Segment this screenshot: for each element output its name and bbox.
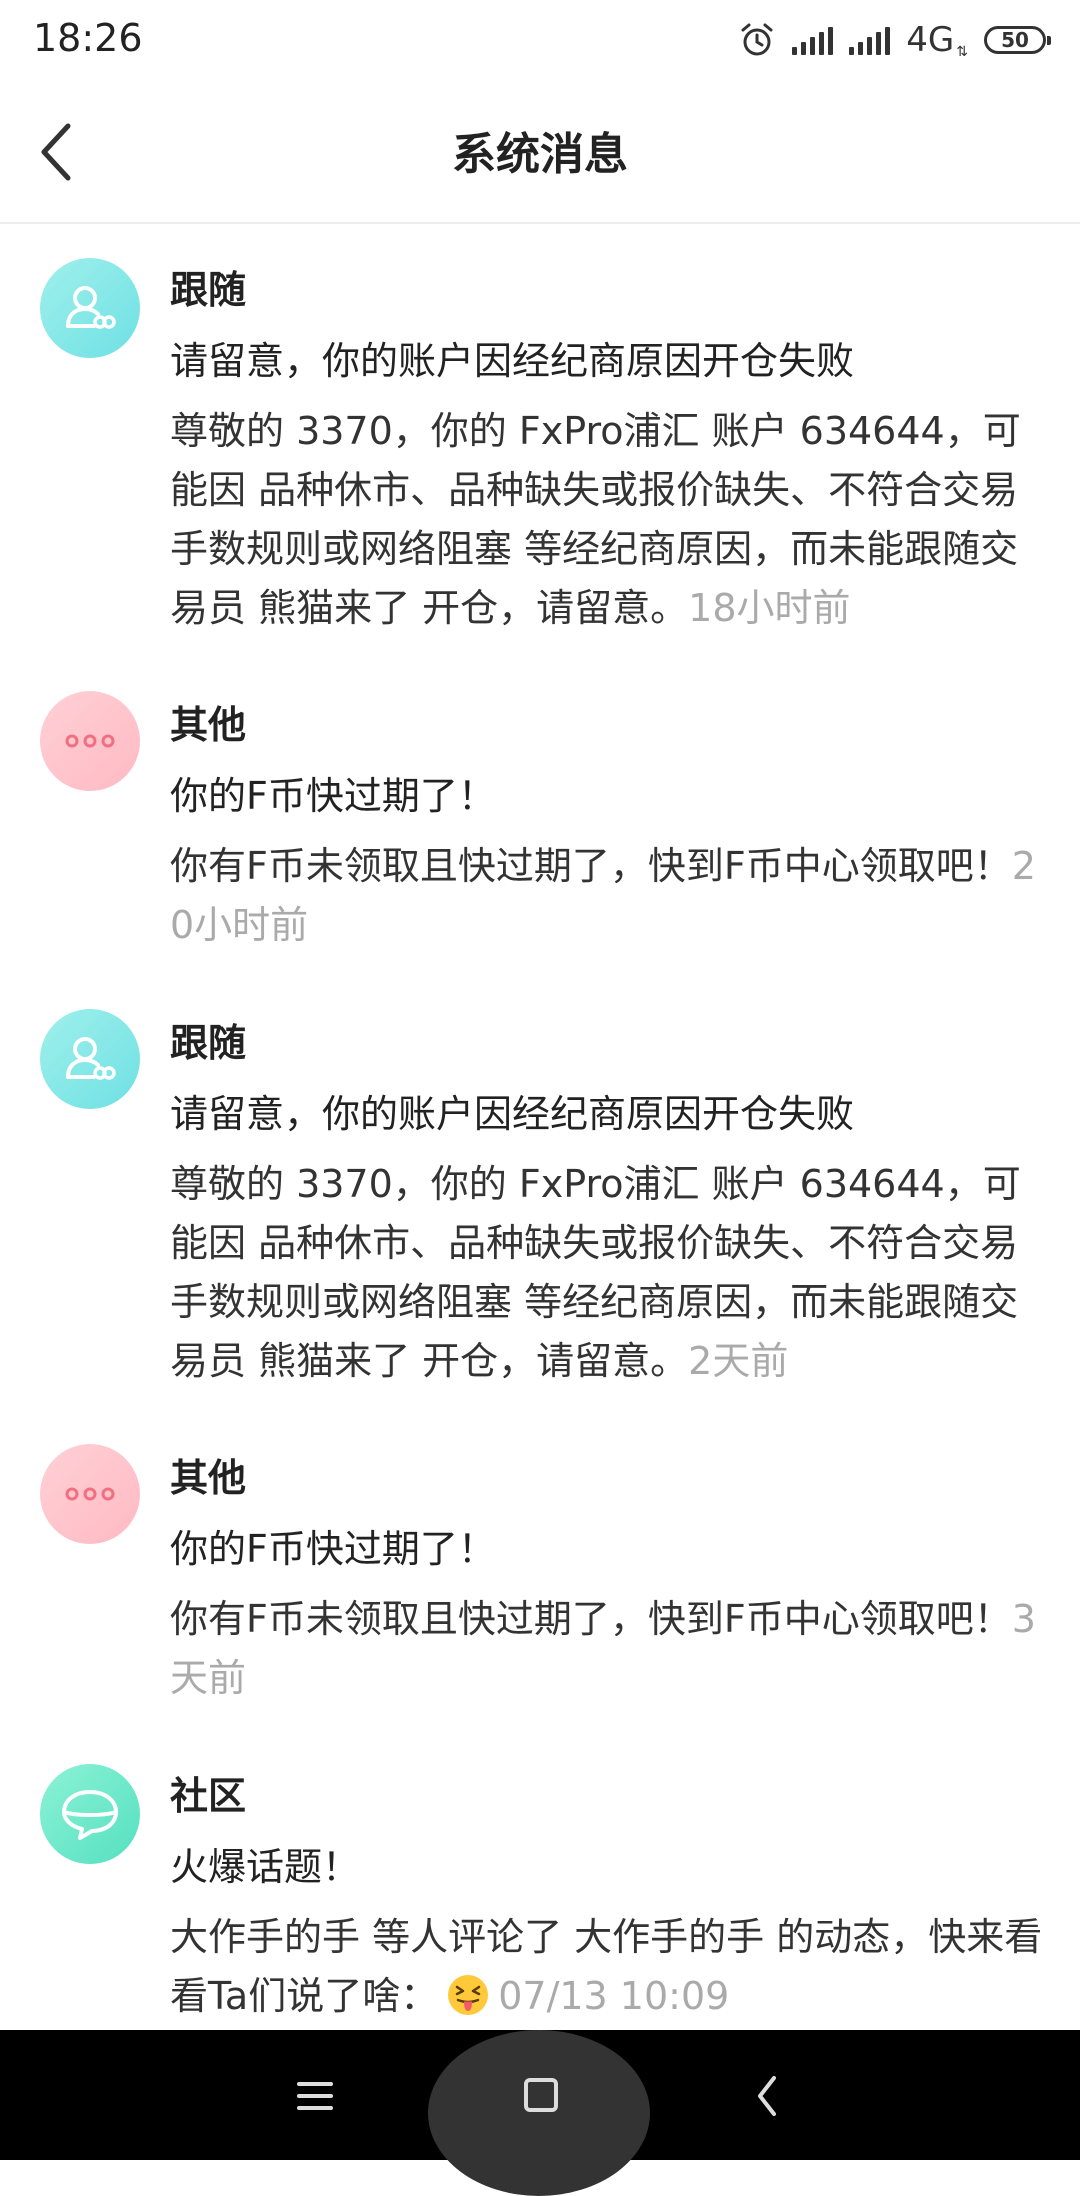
status-time: 18:26 bbox=[33, 16, 143, 60]
message-subject: 请留意，你的账户因经纪商原因开仓失败 bbox=[170, 1092, 855, 1136]
status-icons: 4G ⇅ 50 bbox=[738, 18, 1051, 62]
home-button-background bbox=[428, 2030, 650, 2196]
page-title: 系统消息 bbox=[452, 129, 628, 180]
message-content: 尊敬的 3370，你的 FxPro浦汇 账户 634644，可能因 品种休市、品… bbox=[170, 402, 1050, 638]
message-body: 其他 你的F币快过期了！ 你有F币未领取且快过期了，快到F币中心领取吧！20小时… bbox=[170, 659, 1050, 955]
data-arrows-icon: ⇅ bbox=[956, 44, 968, 60]
message-subject: 你的F币快过期了！ bbox=[170, 1527, 496, 1571]
message-text: 你有F币未领取且快过期了，快到F币中心领取吧！ bbox=[170, 844, 1012, 888]
message-subject: 请留意，你的账户因经纪商原因开仓失败 bbox=[170, 339, 855, 383]
message-content: 你有F币未领取且快过期了，快到F币中心领取吧！20小时前 bbox=[170, 837, 1050, 955]
message-time: 2天前 bbox=[688, 1339, 789, 1383]
navigation-bar bbox=[0, 2030, 1080, 2196]
message-text: 尊敬的 3370，你的 FxPro浦汇 账户 634644，可能因 品种休市、品… bbox=[170, 409, 1021, 630]
status-bar: 18:26 4G ⇅ 50 bbox=[0, 0, 1080, 78]
follow-users-icon bbox=[66, 1037, 116, 1080]
message-subject: 你的F币快过期了！ bbox=[170, 774, 496, 818]
tongue-out-emoji-icon bbox=[448, 1975, 489, 2015]
message-body: 社区 火爆话题！ 大作手的手 等人评论了 大作手的手 的动态，快来看看Ta们说了… bbox=[170, 1730, 1050, 2026]
message-content: 尊敬的 3370，你的 FxPro浦汇 账户 634644，可能因 品种休市、品… bbox=[170, 1155, 1050, 1391]
message-item[interactable]: 跟随 请留意，你的账户因经纪商原因开仓失败 尊敬的 3370，你的 FxPro浦… bbox=[0, 224, 1080, 659]
message-list[interactable]: 跟随 请留意，你的账户因经纪商原因开仓失败 尊敬的 3370，你的 FxPro浦… bbox=[0, 224, 1080, 2030]
message-category: 跟随 bbox=[170, 1021, 247, 1065]
follow-users-icon bbox=[66, 286, 116, 329]
signal-icon bbox=[792, 25, 834, 55]
network-type: 4G ⇅ bbox=[906, 20, 968, 60]
message-time: 18小时前 bbox=[688, 586, 851, 630]
message-body: 跟随 请留意，你的账户因经纪商原因开仓失败 尊敬的 3370，你的 FxPro浦… bbox=[170, 977, 1050, 1391]
message-time: 07/13 10:09 bbox=[498, 1974, 730, 2018]
message-subject: 火爆话题！ bbox=[170, 1845, 361, 1889]
message-category: 其他 bbox=[170, 1456, 247, 1500]
avatar bbox=[40, 1444, 140, 1544]
message-body: 跟随 请留意，你的账户因经纪商原因开仓失败 尊敬的 3370，你的 FxPro浦… bbox=[170, 224, 1050, 638]
message-item[interactable]: 社区 火爆话题！ 大作手的手 等人评论了 大作手的手 的动态，快来看看Ta们说了… bbox=[0, 1730, 1080, 2030]
avatar bbox=[40, 691, 140, 791]
message-text: 尊敬的 3370，你的 FxPro浦汇 账户 634644，可能因 品种休市、品… bbox=[170, 1162, 1021, 1383]
signal-icon bbox=[849, 25, 891, 55]
message-content: 你有F币未领取且快过期了，快到F币中心领取吧！3天前 bbox=[170, 1590, 1050, 1708]
message-item[interactable]: 其他 你的F币快过期了！ 你有F币未领取且快过期了，快到F币中心领取吧！3天前 bbox=[0, 1412, 1080, 1730]
message-text: 你有F币未领取且快过期了，快到F币中心领取吧！ bbox=[170, 1597, 1012, 1641]
message-item[interactable]: 跟随 请留意，你的账户因经纪商原因开仓失败 尊敬的 3370，你的 FxPro浦… bbox=[0, 977, 1080, 1412]
avatar bbox=[40, 258, 140, 358]
message-category: 跟随 bbox=[170, 268, 247, 312]
message-body: 其他 你的F币快过期了！ 你有F币未领取且快过期了，快到F币中心领取吧！3天前 bbox=[170, 1412, 1050, 1708]
battery-level: 50 bbox=[1001, 28, 1029, 52]
header: 系统消息 bbox=[0, 78, 1080, 224]
alarm-icon bbox=[741, 23, 773, 56]
avatar bbox=[40, 1009, 140, 1109]
network-label: 4G bbox=[906, 20, 955, 60]
message-category: 社区 bbox=[170, 1774, 247, 1818]
nav-back-icon[interactable] bbox=[752, 2072, 782, 2120]
message-content: 大作手的手 等人评论了 大作手的手 的动态，快来看看Ta们说了啥： 07/13 … bbox=[170, 1908, 1050, 2026]
battery-icon: 50 bbox=[984, 26, 1051, 54]
menu-icon[interactable] bbox=[295, 2078, 335, 2114]
more-dots-icon bbox=[65, 1487, 115, 1501]
more-dots-icon bbox=[65, 734, 115, 748]
avatar bbox=[40, 1764, 140, 1864]
message-category: 其他 bbox=[170, 703, 247, 747]
message-item[interactable]: 其他 你的F币快过期了！ 你有F币未领取且快过期了，快到F币中心领取吧！20小时… bbox=[0, 659, 1080, 977]
home-icon[interactable] bbox=[524, 2078, 558, 2112]
chat-bubble-icon bbox=[62, 1790, 118, 1840]
